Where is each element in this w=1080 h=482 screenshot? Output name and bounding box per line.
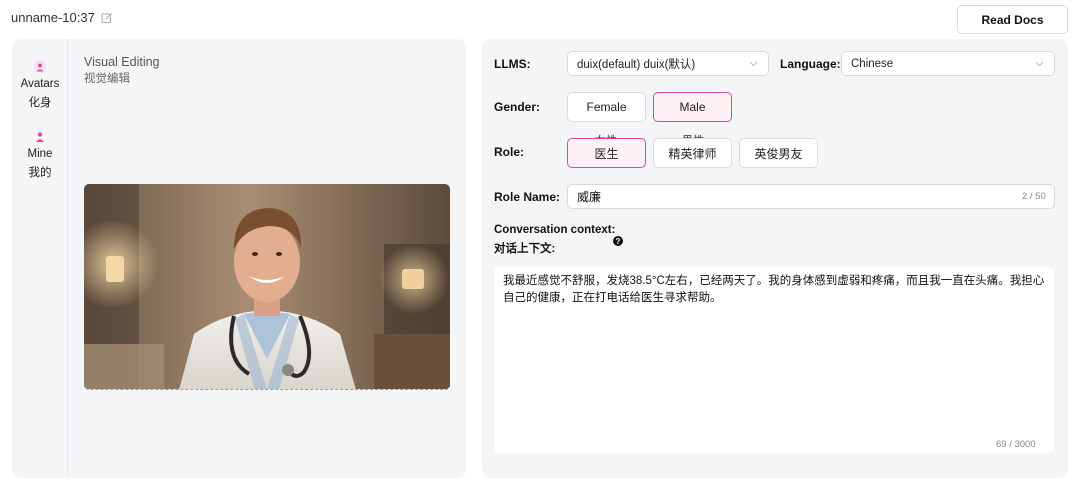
editor-subtitle: 视觉编辑: [84, 73, 130, 85]
gender-label: Gender:: [494, 100, 541, 114]
chevron-down-icon: [749, 61, 758, 67]
role-label: Role:: [494, 145, 524, 159]
sidebar-item-mine-label: Mine: [27, 148, 53, 160]
project-title-group: unname-10:37: [11, 10, 113, 25]
language-select[interactable]: Chinese: [841, 51, 1055, 76]
side-nav: Avatars 化身 Mine 我的: [12, 39, 68, 478]
editor-heading: Visual Editing 视觉编辑: [84, 54, 160, 88]
context-counter: 69 / 3000: [996, 439, 1036, 450]
user-icon: [36, 132, 44, 142]
sidebar-item-avatars[interactable]: Avatars 化身: [12, 61, 68, 113]
gender-female-button[interactable]: Female: [567, 92, 646, 122]
doctor-portrait-illustration: [84, 184, 450, 389]
top-bar: unname-10:37 Read Docs: [0, 0, 1080, 38]
role-name-label: Role Name:: [494, 190, 561, 204]
llms-select[interactable]: duix(default) duix(默认): [567, 51, 769, 76]
language-select-value: Chinese: [851, 57, 894, 70]
context-label-zh: 对话上下文:: [494, 243, 556, 255]
sidebar-item-mine-label-zh: 我的: [28, 167, 52, 179]
language-label: Language:: [780, 57, 841, 71]
context-text: 我最近感觉不舒服，发烧38.5°C左右，已经两天了。我的身体感到虚弱和疼痛，而且…: [503, 275, 1045, 304]
avatar-preview-image: [84, 184, 450, 390]
role-doctor-button[interactable]: 医生: [567, 138, 646, 168]
role-name-counter: 2 / 50: [1022, 191, 1046, 202]
role-name-input[interactable]: 威廉: [567, 184, 1055, 209]
left-panel: Avatars 化身 Mine 我的 Visual Editing 视觉编辑: [12, 39, 466, 478]
question-icon[interactable]: ?: [613, 236, 623, 246]
role-lawyer-button[interactable]: 精英律师: [653, 138, 732, 168]
context-label: Conversation context:: [494, 224, 616, 236]
editor-title: Visual Editing: [84, 55, 160, 69]
role-boyfriend-button[interactable]: 英俊男友: [739, 138, 818, 168]
read-docs-button[interactable]: Read Docs: [957, 5, 1068, 34]
llms-select-value: duix(default) duix(默认): [577, 58, 696, 71]
llms-label: LLMS:: [494, 57, 531, 71]
chevron-down-icon: [1035, 61, 1044, 67]
sidebar-item-avatars-label: Avatars: [20, 78, 60, 90]
project-title: unname-10:37: [11, 10, 95, 25]
settings-panel: LLMS: duix(default) duix(默认) Language: C…: [482, 39, 1068, 478]
edit-icon[interactable]: [101, 12, 113, 24]
sidebar-item-mine[interactable]: Mine 我的: [12, 131, 68, 183]
gender-male-button[interactable]: Male: [653, 92, 732, 122]
avatar-icon: [34, 61, 46, 73]
role-name-value: 威廉: [577, 190, 602, 204]
context-textarea[interactable]: 我最近感觉不舒服，发烧38.5°C左右，已经两天了。我的身体感到虚弱和疼痛，而且…: [494, 267, 1054, 453]
sidebar-item-avatars-label-zh: 化身: [28, 97, 52, 109]
